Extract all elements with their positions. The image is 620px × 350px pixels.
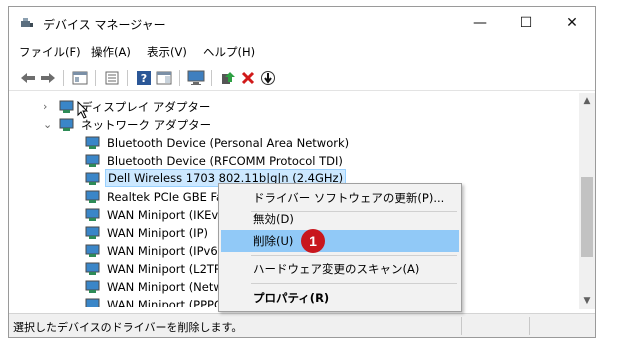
context-scan-hardware[interactable]: ハードウェア変更のスキャン(A): [221, 258, 459, 280]
maximize-button[interactable]: ☐: [503, 7, 549, 39]
toolbar-separator: [127, 70, 128, 86]
status-divider: [461, 317, 462, 335]
properties-window-icon[interactable]: [71, 69, 89, 87]
status-bar: 選択したデバイスのドライバーを削除します。: [9, 313, 595, 337]
context-disable[interactable]: 無効(D): [221, 208, 459, 230]
network-adapter-icon: [59, 118, 75, 132]
status-divider: [529, 317, 530, 335]
menu-bar: ファイル(F) 操作(A) 表示(V) ヘルプ(H): [9, 41, 595, 61]
forward-arrow-icon[interactable]: [39, 69, 57, 87]
scroll-down-icon[interactable]: ▼: [579, 293, 595, 309]
toolbar-separator: [95, 70, 96, 86]
device-label: WAN Miniport (L2TP): [107, 262, 226, 276]
device-label: WAN Miniport (PPPOE: [107, 298, 231, 307]
network-adapter-icon: [85, 208, 101, 222]
network-adapter-icon: [85, 298, 101, 307]
tree-category-label: ネットワーク アダプター: [81, 118, 212, 132]
context-update-driver[interactable]: ドライバー ソフトウェアの更新(P)...: [221, 187, 459, 209]
chevron-right-icon[interactable]: ›: [43, 98, 47, 116]
monitor-icon[interactable]: [187, 69, 205, 87]
close-button[interactable]: ✕: [549, 7, 595, 39]
network-adapter-icon: [85, 262, 101, 276]
update-driver-icon[interactable]: [219, 69, 237, 87]
status-text: 選択したデバイスのドライバーを削除します。: [13, 321, 243, 334]
network-adapter-icon: [85, 154, 101, 168]
help-icon[interactable]: ?: [135, 69, 153, 87]
context-separator: [251, 283, 457, 284]
title-bar: デバイス マネージャー — ☐ ✕: [9, 7, 595, 39]
minimize-button[interactable]: —: [457, 7, 503, 39]
toolbar-separator: [63, 70, 64, 86]
network-adapter-icon: [85, 136, 101, 150]
mouse-cursor-icon: [77, 100, 89, 122]
action-pane-icon[interactable]: [155, 69, 173, 87]
window-title: デバイス マネージャー: [43, 18, 166, 32]
device-label: Bluetooth Device (Personal Area Network): [107, 136, 350, 150]
device-label: WAN Miniport (Netwo: [107, 280, 230, 294]
device-label: WAN Miniport (IPv6): [107, 244, 223, 258]
context-properties[interactable]: プロパティ(R): [221, 287, 459, 309]
device-label: WAN Miniport (IKEv2): [107, 208, 230, 222]
network-adapter-icon: [85, 244, 101, 258]
tree-category-display-adapters[interactable]: › ディスプレイ アダプター: [19, 98, 319, 116]
uninstall-x-icon[interactable]: [239, 69, 257, 87]
network-adapter-icon: [85, 226, 101, 240]
toolbar: ?: [9, 65, 595, 91]
step-number-badge: 1: [301, 229, 325, 253]
scroll-up-icon[interactable]: ▲: [579, 93, 595, 109]
menu-action[interactable]: 操作(A): [91, 44, 131, 60]
display-adapter-icon: [59, 100, 75, 114]
device-label: Bluetooth Device (RFCOMM Protocol TDI): [107, 154, 343, 168]
context-menu: ドライバー ソフトウェアの更新(P)... 無効(D) 削除(U) ハードウェア…: [218, 183, 462, 312]
back-arrow-icon[interactable]: [19, 69, 37, 87]
tree-category-label: ディスプレイ アダプター: [81, 100, 211, 114]
context-separator: [251, 255, 457, 256]
network-adapter-icon: [85, 280, 101, 294]
tree-category-network-adapters[interactable]: ⌄ ネットワーク アダプター: [19, 116, 319, 134]
chevron-down-icon[interactable]: ⌄: [43, 116, 52, 134]
scan-hardware-icon[interactable]: [259, 69, 277, 87]
network-adapter-icon: [85, 190, 101, 204]
network-adapter-icon: [85, 172, 101, 186]
svg-text:?: ?: [141, 72, 147, 85]
menu-file[interactable]: ファイル(F): [19, 44, 81, 60]
list-view-icon[interactable]: [103, 69, 121, 87]
menu-view[interactable]: 表示(V): [147, 44, 187, 60]
device-label: WAN Miniport (IP): [107, 226, 208, 240]
device-manager-icon: [20, 17, 34, 29]
vertical-scrollbar[interactable]: ▲ ▼: [579, 93, 595, 309]
scroll-thumb[interactable]: [581, 177, 593, 257]
context-uninstall[interactable]: 削除(U): [221, 230, 459, 252]
toolbar-separator: [179, 70, 180, 86]
menu-help[interactable]: ヘルプ(H): [203, 44, 255, 60]
toolbar-separator: [211, 70, 212, 86]
